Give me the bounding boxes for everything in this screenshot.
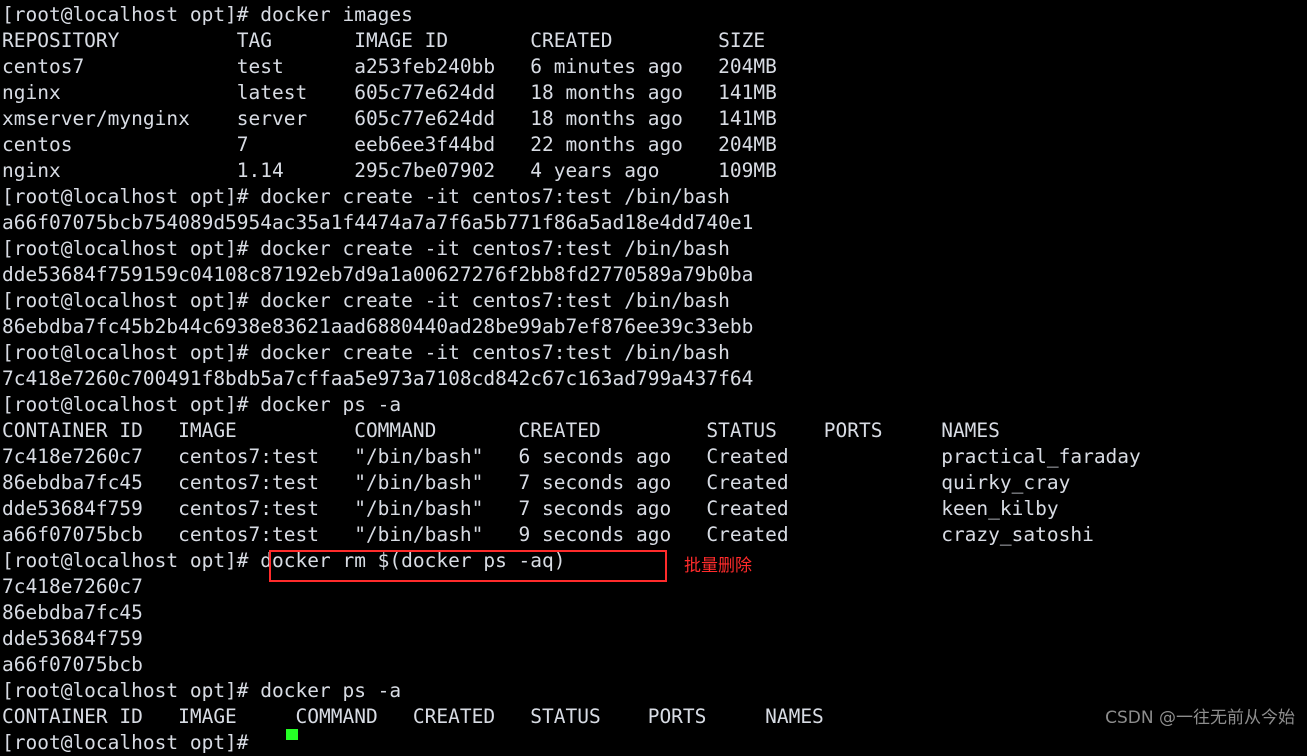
terminal-line: [root@localhost opt]# docker ps -a xyxy=(2,393,402,416)
container-id-output: 7c418e7260c700491f8bdb5a7cffaa5e973a7108… xyxy=(2,367,754,390)
terminal-line: [root@localhost opt]# docker create -it … xyxy=(2,341,730,364)
terminal-window[interactable]: [root@localhost opt]# docker images REPO… xyxy=(0,0,1307,754)
container-id-output: dde53684f759159c04108c87192eb7d9a1a00627… xyxy=(2,263,754,286)
watermark-label: CSDN @一往无前从今始 xyxy=(1105,708,1295,728)
ps-table-row: a66f07075bcb centos7:test "/bin/bash" 9 … xyxy=(2,523,1094,546)
terminal-cursor xyxy=(286,729,298,740)
terminal-line: [root@localhost opt]# docker images xyxy=(2,3,413,26)
ps-table-row: dde53684f759 centos7:test "/bin/bash" 7 … xyxy=(2,497,1059,520)
images-table-header: REPOSITORY TAG IMAGE ID CREATED SIZE xyxy=(2,29,766,52)
terminal-prompt-line: [root@localhost opt]# xyxy=(2,731,261,754)
ps-table-row: 7c418e7260c7 centos7:test "/bin/bash" 6 … xyxy=(2,445,1141,468)
docker-rm-command-line: [root@localhost opt]# docker rm $(docker… xyxy=(2,549,566,572)
ps-table-header: CONTAINER ID IMAGE COMMAND CREATED STATU… xyxy=(2,419,1000,442)
terminal-line: [root@localhost opt]# docker ps -a xyxy=(2,679,402,702)
terminal-line: [root@localhost opt]# docker create -it … xyxy=(2,237,730,260)
container-id-output: 86ebdba7fc45b2b44c6938e83621aad6880440ad… xyxy=(2,315,754,338)
images-table-row: nginx latest 605c77e624dd 18 months ago … xyxy=(2,81,777,104)
ps-table-row: 86ebdba7fc45 centos7:test "/bin/bash" 7 … xyxy=(2,471,1071,494)
images-table-row: centos 7 eeb6ee3f44bd 22 months ago 204M… xyxy=(2,133,777,156)
container-id-output: a66f07075bcb754089d5954ac35a1f4474a7a7f6… xyxy=(2,211,754,234)
removed-container-id: 86ebdba7fc45 xyxy=(2,601,143,624)
images-table-row: nginx 1.14 295c7be07902 4 years ago 109M… xyxy=(2,159,777,182)
annotation-label: 批量删除 xyxy=(684,556,752,576)
images-table-row: centos7 test a253feb240bb 6 minutes ago … xyxy=(2,55,777,78)
removed-container-id: a66f07075bcb xyxy=(2,653,143,676)
removed-container-id: dde53684f759 xyxy=(2,627,143,650)
terminal-line: [root@localhost opt]# docker create -it … xyxy=(2,289,730,312)
removed-container-id: 7c418e7260c7 xyxy=(2,575,143,598)
images-table-row: xmserver/mynginx server 605c77e624dd 18 … xyxy=(2,107,777,130)
terminal-line: [root@localhost opt]# docker create -it … xyxy=(2,185,730,208)
